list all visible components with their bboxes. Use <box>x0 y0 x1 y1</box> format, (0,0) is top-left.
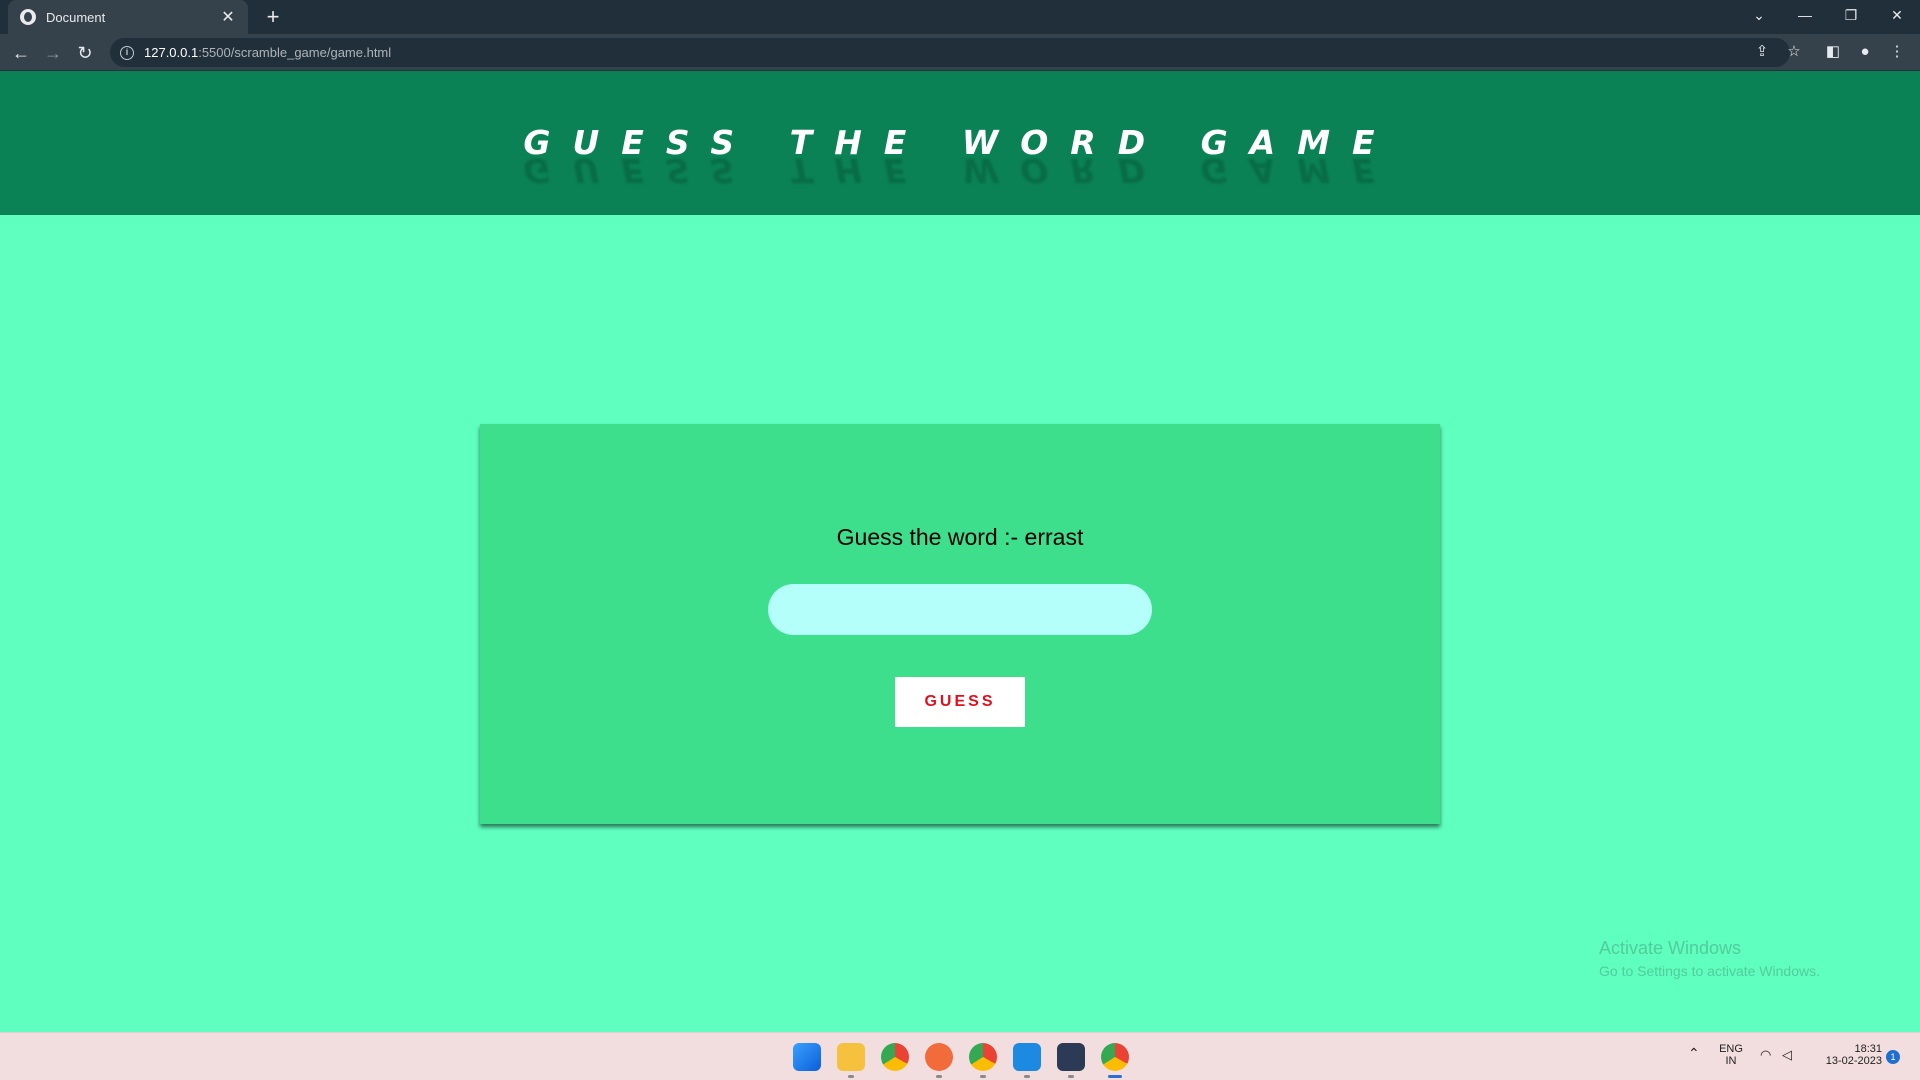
watermark-subtitle: Go to Settings to activate Windows. <box>1599 963 1820 979</box>
running-indicator <box>936 1075 942 1078</box>
new-tab-button[interactable]: + <box>260 4 286 30</box>
tab-search-chevron-icon[interactable]: ⌄ <box>1736 0 1782 30</box>
terminal-app-icon[interactable] <box>1057 1043 1085 1071</box>
show-hidden-icons-chevron-icon[interactable]: ⌃ <box>1688 1045 1700 1062</box>
start-windows-icon[interactable] <box>793 1043 821 1071</box>
volume-icon[interactable]: ◁ <box>1782 1047 1792 1063</box>
taskbar: ⌃ ENG IN ◠ ◁ 18:31 13-02-2023 1 <box>0 1032 1920 1080</box>
site-info-icon[interactable]: i <box>120 45 134 60</box>
guess-button[interactable]: GUESS <box>895 677 1025 727</box>
profile-avatar-icon[interactable]: ● <box>1853 40 1877 64</box>
reload-button[interactable]: ↻ <box>72 40 98 66</box>
close-window-button[interactable]: ✕ <box>1874 0 1920 30</box>
clock[interactable]: 18:31 13-02-2023 <box>1812 1043 1882 1067</box>
file-explorer-icon[interactable] <box>837 1043 865 1071</box>
back-button[interactable]: ← <box>8 40 34 66</box>
running-indicator <box>980 1075 986 1078</box>
browser-toolbar: ← → ↻ i 127.0.0.1:5500/scramble_game/gam… <box>0 34 1920 71</box>
game-card: Guess the word :- errast GUESS <box>480 424 1440 824</box>
running-indicator <box>1024 1075 1030 1078</box>
globe-icon <box>20 9 36 25</box>
running-indicator <box>848 1075 854 1078</box>
tab-title: Document <box>46 9 106 25</box>
guess-input[interactable] <box>768 584 1152 635</box>
address-bar[interactable]: i 127.0.0.1:5500/scramble_game/game.html <box>110 38 1790 67</box>
page-title-reflection: Guess the word game <box>523 151 1397 190</box>
scrambled-word-prompt: Guess the word :- errast <box>836 524 1084 550</box>
minimize-button[interactable]: — <box>1782 0 1828 30</box>
postman-icon[interactable] <box>925 1043 953 1071</box>
wifi-icon[interactable]: ◠ <box>1760 1047 1771 1063</box>
active-indicator <box>1108 1075 1122 1078</box>
browser-tab-bar: Document ✕ + ⌄ — ❐ ✕ <box>0 0 1920 34</box>
vscode-icon[interactable] <box>1013 1043 1041 1071</box>
side-panel-icon[interactable]: ◧ <box>1821 40 1845 64</box>
language-indicator[interactable]: ENG IN <box>1716 1043 1746 1067</box>
chrome-icon[interactable] <box>881 1043 909 1071</box>
chrome-profile-icon[interactable] <box>969 1043 997 1071</box>
share-icon[interactable]: ⇪ <box>1750 40 1774 64</box>
restore-button[interactable]: ❐ <box>1828 0 1874 30</box>
running-indicator <box>1068 1075 1074 1078</box>
activate-windows-watermark: Activate Windows Go to Settings to activ… <box>1599 938 1820 979</box>
browser-tab[interactable]: Document ✕ <box>8 0 248 34</box>
bookmark-star-icon[interactable]: ☆ <box>1782 40 1806 64</box>
page-header: Guess the word game Guess the word game <box>0 71 1920 215</box>
watermark-title: Activate Windows <box>1599 938 1742 958</box>
notification-badge[interactable]: 1 <box>1886 1050 1900 1064</box>
url-text: 127.0.0.1:5500/scramble_game/game.html <box>144 45 392 60</box>
chrome-active-icon[interactable] <box>1101 1043 1129 1071</box>
menu-kebab-icon[interactable]: ⋮ <box>1885 40 1909 64</box>
forward-button[interactable]: → <box>40 40 66 66</box>
close-tab-icon[interactable]: ✕ <box>220 7 236 27</box>
